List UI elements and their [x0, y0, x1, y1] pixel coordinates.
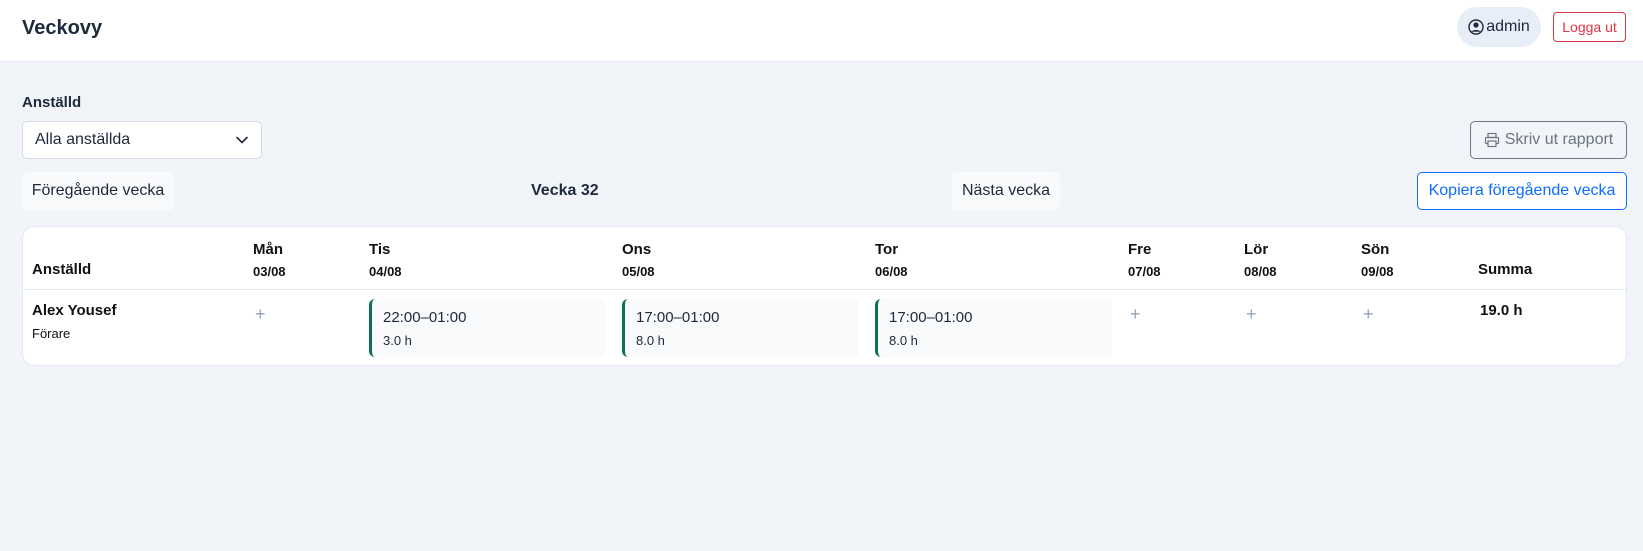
user-name: admin: [1486, 18, 1530, 35]
employee-name: Alex Yousef: [32, 302, 117, 319]
shift-time: 22:00–01:00: [383, 309, 467, 326]
add-shift-sat-icon[interactable]: +: [1246, 305, 1257, 323]
page-title: Veckovy: [22, 17, 103, 39]
current-week-label: Vecka 32: [531, 182, 599, 199]
row-total: 19.0 h: [1480, 302, 1523, 319]
printer-icon: [1484, 132, 1499, 148]
date-header-wed: 05/08: [622, 264, 655, 279]
add-shift-mon-icon[interactable]: +: [255, 305, 266, 323]
day-header-mon: Mån: [253, 241, 283, 258]
print-report-label: Skriv ut rapport: [1504, 131, 1614, 148]
header-divider: [23, 289, 1626, 290]
add-shift-sun-icon[interactable]: +: [1363, 305, 1374, 323]
shift-time: 17:00–01:00: [636, 309, 720, 326]
shift-hours: 8.0 h: [889, 333, 918, 348]
employee-role: Förare: [32, 326, 71, 341]
chevron-down-icon: [236, 136, 248, 144]
add-shift-fri-icon[interactable]: +: [1130, 305, 1141, 323]
top-bar: Veckovy admin Logga ut: [0, 0, 1643, 62]
day-header-thu: Tor: [875, 241, 899, 258]
date-header-fri: 07/08: [1128, 264, 1161, 279]
shift-thu[interactable]: 17:00–01:00 8.0 h: [875, 299, 1112, 357]
shift-tue[interactable]: 22:00–01:00 3.0 h: [369, 299, 606, 357]
next-week-button[interactable]: Nästa vecka: [952, 172, 1060, 210]
date-header-thu: 06/08: [875, 264, 908, 279]
schedule-table: Anställd Mån 03/08 Tis 04/08 Ons 05/08 T…: [22, 226, 1627, 366]
day-header-sun: Sön: [1361, 241, 1390, 258]
date-header-sun: 09/08: [1361, 264, 1394, 279]
shift-wed[interactable]: 17:00–01:00 8.0 h: [622, 299, 859, 357]
date-header-sat: 08/08: [1244, 264, 1277, 279]
logout-button[interactable]: Logga ut: [1553, 12, 1626, 42]
shift-time: 17:00–01:00: [889, 309, 973, 326]
day-header-wed: Ons: [622, 241, 652, 258]
print-report-button[interactable]: Skriv ut rapport: [1470, 121, 1627, 159]
copy-previous-week-button[interactable]: Kopiera föregående vecka: [1417, 172, 1627, 210]
date-header-mon: 03/08: [253, 264, 286, 279]
user-menu[interactable]: admin: [1457, 7, 1541, 47]
employee-column-header: Anställd: [32, 261, 92, 278]
day-header-fri: Fre: [1128, 241, 1152, 258]
user-circle-icon: [1468, 19, 1484, 35]
day-header-tue: Tis: [369, 241, 391, 258]
shift-hours: 3.0 h: [383, 333, 412, 348]
date-header-tue: 04/08: [369, 264, 402, 279]
day-header-sat: Lör: [1244, 241, 1269, 258]
employee-select-value: Alla anställda: [35, 131, 131, 148]
employee-select[interactable]: Alla anställda: [22, 121, 262, 159]
total-column-header: Summa: [1478, 261, 1533, 278]
previous-week-button[interactable]: Föregående vecka: [22, 172, 174, 210]
shift-hours: 8.0 h: [636, 333, 665, 348]
employee-filter-label: Anställd: [22, 94, 82, 111]
